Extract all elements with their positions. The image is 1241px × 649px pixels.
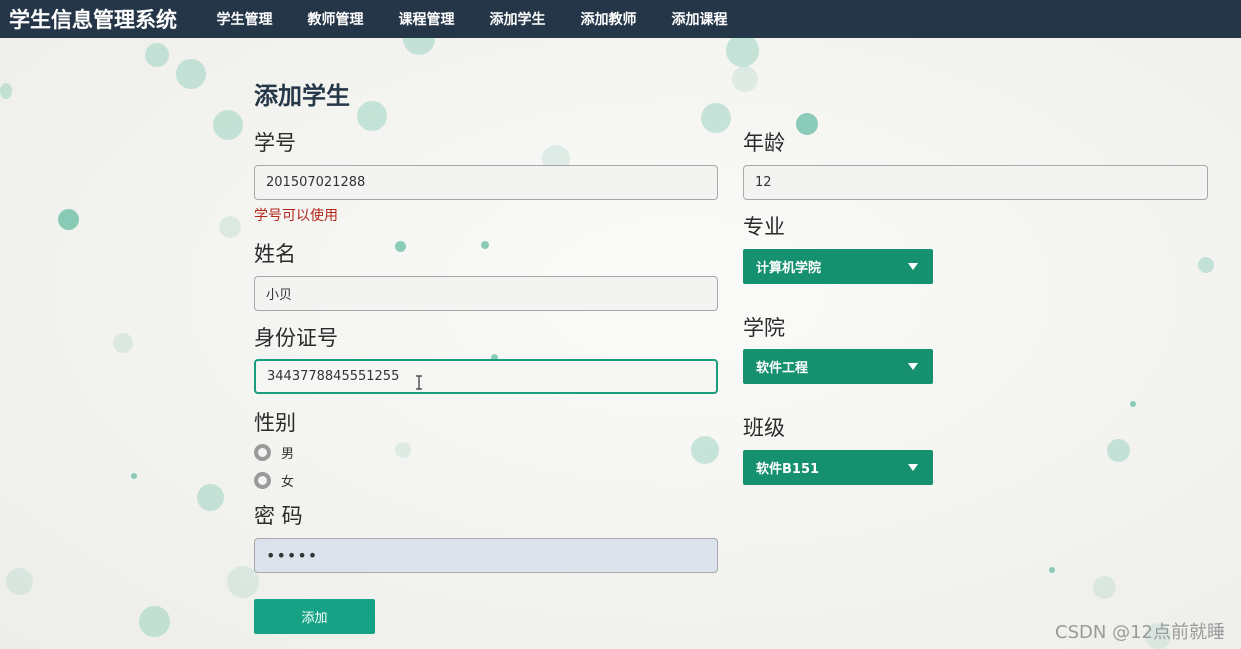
text-cursor-icon [416,375,422,390]
radio-circle-icon[interactable] [254,444,271,461]
id-card-label: 身份证号 [254,326,338,350]
gender-option-label: 女 [281,475,295,490]
class-select[interactable]: 软件B151 [743,450,933,485]
nav-item-add-student[interactable]: 添加学生 [472,9,563,29]
password-input[interactable]: ••••• [254,538,718,573]
caret-down-icon [908,263,918,270]
student-id-input[interactable] [254,165,718,200]
nav-item-student-management[interactable]: 学生管理 [199,9,290,29]
age-input[interactable] [743,165,1208,200]
major-select[interactable]: 计算机学院 [743,249,933,284]
college-select-value: 软件工程 [756,361,809,376]
college-select[interactable]: 软件工程 [743,349,933,384]
password-label: 密 码 [254,504,303,528]
student-id-hint: 学号可以使用 [254,208,338,224]
nav-item-add-teacher[interactable]: 添加教师 [563,9,654,29]
college-label: 学院 [743,316,785,340]
gender-label: 性别 [254,411,296,435]
top-navbar: 学生信息管理系统 学生管理 教师管理 课程管理 添加学生 添加教师 添加课程 [0,0,1241,38]
id-card-input[interactable] [254,359,718,394]
major-select-value: 计算机学院 [756,261,822,276]
caret-down-icon [908,464,918,471]
student-id-label: 学号 [254,131,296,155]
app-title[interactable]: 学生信息管理系统 [9,4,177,34]
gender-option-male[interactable]: 男 [254,443,294,462]
name-input[interactable] [254,276,718,311]
nav-item-add-course[interactable]: 添加课程 [654,9,745,29]
page: 学生信息管理系统 学生管理 教师管理 课程管理 添加学生 添加教师 添加课程 添… [0,0,1241,649]
nav-item-course-management[interactable]: 课程管理 [381,9,472,29]
form-title: 添加学生 [254,82,350,110]
radio-circle-icon[interactable] [254,472,271,489]
gender-option-female[interactable]: 女 [254,471,294,490]
name-label: 姓名 [254,242,296,266]
age-label: 年龄 [743,131,785,155]
caret-down-icon [908,363,918,370]
class-select-value: 软件B151 [756,462,820,477]
watermark: CSDN @12点前就睡 [1055,622,1225,643]
major-label: 专业 [743,215,785,239]
class-label: 班级 [743,416,785,440]
add-student-button[interactable]: 添加 [254,599,375,634]
nav-item-teacher-management[interactable]: 教师管理 [290,9,381,29]
gender-option-label: 男 [281,447,295,462]
